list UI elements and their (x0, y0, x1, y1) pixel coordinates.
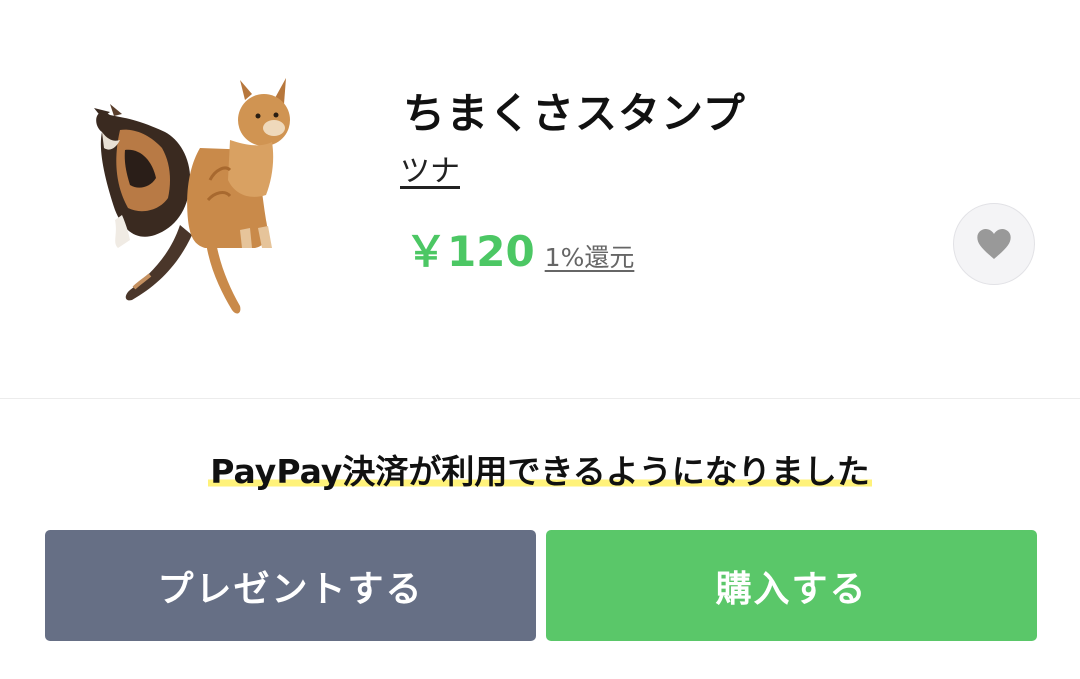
two-cats-image (94, 78, 290, 314)
sticker-product-page: ちまくさスタンプ ツナ ￥120 1%還元 PayPay決済が利用できるようにな… (0, 0, 1080, 679)
section-divider (0, 398, 1080, 399)
favorite-button[interactable] (953, 203, 1035, 285)
present-button[interactable]: プレゼントする (45, 530, 536, 641)
product-header: ちまくさスタンプ ツナ ￥120 1%還元 (0, 0, 1080, 398)
price-row: ￥120 1%還元 (405, 218, 634, 279)
cashback-link[interactable]: 1%還元 (545, 238, 635, 274)
sticker-thumbnail[interactable] (80, 70, 310, 330)
tabby-cat-figure (187, 78, 290, 314)
sticker-title: ちまくさスタンプ (403, 89, 746, 138)
paypay-notice-text: PayPay決済が利用できるようになりました (208, 452, 872, 491)
heart-icon (977, 229, 1011, 259)
author-link[interactable]: ツナ (400, 146, 460, 190)
calico-cat-figure (94, 104, 192, 301)
price: ￥120 (405, 227, 535, 276)
buy-button[interactable]: 購入する (546, 530, 1037, 641)
paypay-notice: PayPay決済が利用できるようになりました (0, 445, 1080, 493)
